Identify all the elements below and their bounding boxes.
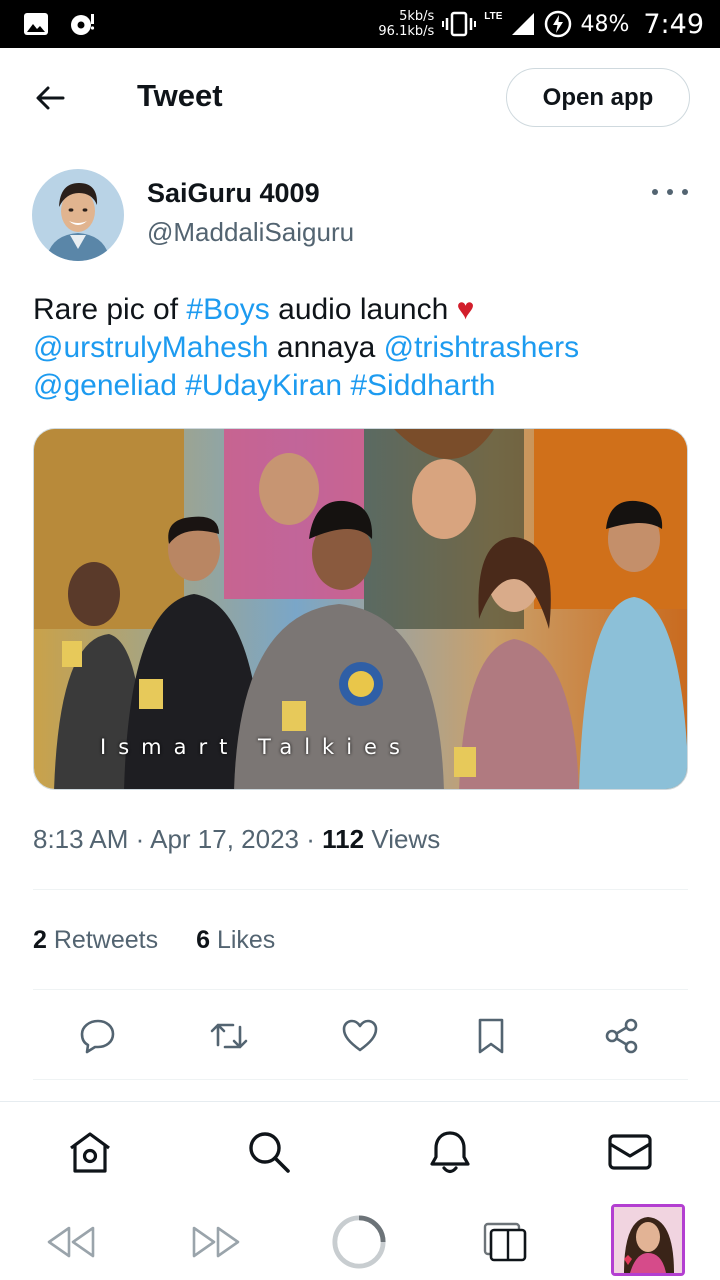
loading-ring-icon — [332, 1215, 386, 1269]
avatar-image — [32, 169, 124, 261]
like-button[interactable] — [338, 1014, 382, 1058]
reply-button[interactable] — [76, 1014, 120, 1058]
image-watermark: Ismart Talkies — [100, 735, 412, 759]
bottom-nav-border — [0, 1101, 720, 1102]
author-avatar[interactable] — [32, 169, 124, 261]
tweet-date: Apr 17, 2023 — [150, 824, 299, 854]
battery-level: 48% — [580, 11, 630, 37]
divider — [33, 989, 688, 990]
share-icon — [605, 1018, 638, 1054]
status-bar: 5kb/s 96.1kb/s LTE 48% 7:49 — [0, 0, 720, 48]
battery-saver-icon — [545, 10, 572, 38]
profile-thumbnail-image — [614, 1207, 682, 1273]
network-type: LTE — [484, 10, 503, 22]
divider — [33, 1079, 688, 1080]
author-name[interactable]: SaiGuru 4009 — [147, 178, 320, 209]
likes-stat[interactable]: 6 Likes — [196, 926, 275, 955]
retweets-label: Retweets — [53, 926, 159, 954]
reply-icon — [80, 1019, 115, 1054]
tweet-text: Rare pic of #Boys audio launch ♥ @urstru… — [33, 291, 693, 405]
retweets-stat[interactable]: 2 Retweets — [33, 926, 158, 955]
tweet-time: 8:13 AM — [33, 824, 129, 854]
retweet-button[interactable] — [207, 1014, 251, 1058]
views-label: Views — [371, 824, 441, 854]
nav-search[interactable] — [245, 1128, 293, 1176]
engagement-stats: 2 Retweets 6 Likes — [33, 926, 275, 955]
likes-count: 6 — [196, 926, 210, 954]
more-options-icon[interactable] — [652, 180, 688, 204]
nav-notifications[interactable] — [426, 1128, 474, 1176]
views-count: 112 — [322, 824, 365, 854]
network-speed: 5kb/s 96.1kb/s — [378, 9, 435, 39]
mention-link[interactable]: @geneliad — [33, 369, 177, 402]
browser-profile-thumbnail[interactable] — [611, 1204, 685, 1276]
rewind-icon — [47, 1226, 95, 1258]
author-handle[interactable]: @MaddaliSaiguru — [147, 217, 354, 248]
bookmark-icon — [478, 1018, 504, 1054]
browser-back-button[interactable] — [43, 1214, 99, 1270]
mention-link[interactable]: @trishtrashers — [384, 331, 580, 364]
media-notification-icon — [71, 14, 95, 35]
likes-label: Likes — [216, 926, 276, 954]
browser-forward-button[interactable] — [188, 1214, 244, 1270]
tweet-text-segment: Rare pic of — [33, 293, 187, 326]
hashtag-link[interactable]: #Siddharth — [350, 369, 495, 402]
tweet-text-segment: annaya — [268, 331, 384, 364]
retweets-count: 2 — [33, 926, 47, 954]
tweet-text-segment: audio launch — [269, 293, 457, 326]
hashtag-link[interactable]: #UdayKiran — [185, 369, 342, 402]
retweet-icon — [210, 1023, 248, 1049]
tweet-media-image[interactable]: Ismart Talkies — [33, 428, 688, 790]
tabs-icon — [483, 1222, 527, 1262]
fast-forward-icon — [192, 1226, 240, 1258]
mail-icon — [608, 1134, 652, 1170]
share-button[interactable] — [600, 1014, 644, 1058]
mention-link[interactable]: @urstrulyMahesh — [33, 331, 269, 364]
back-button[interactable] — [30, 78, 70, 118]
separator: · — [306, 824, 315, 854]
search-icon — [249, 1132, 290, 1173]
clock: 7:49 — [643, 8, 704, 40]
gallery-notification-icon — [24, 13, 48, 35]
tweet-metadata: 8:13 AM · Apr 17, 2023 · 112 Views — [33, 824, 440, 855]
signal-icon — [512, 13, 535, 35]
vibrate-icon — [442, 11, 477, 37]
heart-icon — [342, 1019, 378, 1052]
home-icon — [70, 1132, 110, 1173]
nav-messages[interactable] — [606, 1128, 654, 1176]
browser-toolbar — [0, 1198, 720, 1280]
separator: · — [135, 824, 145, 854]
page-title: Tweet — [137, 78, 223, 113]
browser-home-button[interactable] — [331, 1214, 387, 1270]
bookmark-button[interactable] — [469, 1014, 513, 1058]
bell-icon — [430, 1131, 470, 1174]
heart-emoji: ♥ — [456, 293, 475, 326]
open-app-button[interactable]: Open app — [506, 68, 690, 127]
nav-home[interactable] — [66, 1128, 114, 1176]
top-header: Tweet Open app — [0, 48, 720, 148]
divider — [33, 889, 688, 890]
browser-tabs-button[interactable] — [477, 1214, 533, 1270]
arrow-left-icon — [36, 86, 65, 110]
hashtag-link[interactable]: #Boys — [186, 293, 269, 326]
